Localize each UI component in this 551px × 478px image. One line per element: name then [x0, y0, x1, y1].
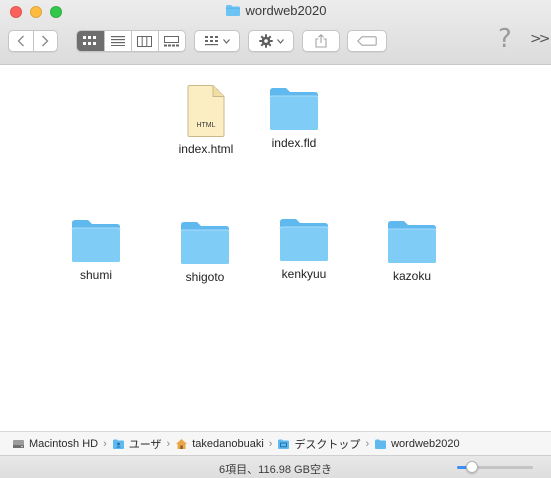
users-folder-icon [112, 439, 124, 449]
path-item-label: wordweb2020 [391, 437, 460, 450]
column-view-icon [137, 35, 153, 47]
desktop-folder-icon [278, 439, 290, 449]
file-name: index.html [178, 142, 234, 156]
navigation-buttons [8, 30, 58, 52]
path-item-desktop[interactable]: デスクトップ [277, 436, 360, 452]
html-document-icon: HTML [187, 85, 225, 137]
path-item-current-folder[interactable]: wordweb2020 [374, 438, 460, 450]
file-badge: HTML [196, 122, 215, 129]
path-separator-icon: › [166, 437, 171, 450]
gear-icon [258, 34, 273, 48]
path-item-macintosh-hd[interactable]: Macintosh HD [12, 438, 98, 450]
chevron-left-icon [17, 35, 24, 47]
action-button[interactable] [248, 30, 294, 52]
tag-button[interactable] [347, 30, 387, 52]
path-bar: Macintosh HD › ユーザ › takedanobuaki › デスク… [0, 431, 551, 455]
path-item-label: Macintosh HD [29, 437, 99, 450]
folder-icon [180, 222, 230, 264]
path-item-home[interactable]: takedanobuaki [175, 438, 264, 450]
arrange-grid-icon [204, 36, 218, 46]
folder-name: kazoku [392, 269, 432, 283]
path-separator-icon: › [365, 437, 370, 450]
help-button[interactable]: ? [498, 24, 512, 54]
folder-item[interactable]: kenkyuu [259, 217, 349, 281]
hard-drive-icon [13, 439, 24, 448]
folder-name: shumi [79, 268, 112, 282]
window-title-text: wordweb2020 [245, 3, 327, 18]
path-separator-icon: › [103, 437, 107, 450]
list-view-icon [110, 36, 125, 46]
folder-item[interactable]: index.fld [249, 86, 339, 150]
status-bar: 6項目、116.98 GB空き [0, 455, 551, 478]
chevron-down-icon [276, 38, 284, 44]
path-item-label: ユーザ [128, 438, 162, 451]
chevron-right-icon [42, 35, 49, 47]
toolbar-overflow-button[interactable]: >> [530, 31, 551, 47]
view-mode-control [76, 30, 186, 52]
list-view-button[interactable] [103, 31, 131, 51]
gallery-view-icon [164, 35, 180, 46]
folder-name: index.fld [271, 136, 317, 150]
path-separator-icon: › [268, 437, 273, 450]
window-title: wordweb2020 [0, 3, 551, 18]
chevron-down-icon [222, 38, 230, 44]
forward-button[interactable] [32, 31, 57, 51]
folder-icon [279, 219, 329, 261]
folder-item[interactable]: shigoto [160, 220, 250, 284]
path-item-label: takedanobuaki [192, 437, 264, 450]
arrange-button[interactable] [194, 30, 240, 52]
share-button[interactable] [302, 30, 340, 52]
folder-item[interactable]: shumi [51, 218, 141, 282]
home-icon [176, 438, 188, 449]
icon-view-icon [83, 36, 97, 45]
tag-icon [357, 36, 377, 46]
path-item-label: デスクトップ [294, 438, 361, 451]
folder-name: kenkyuu [281, 267, 327, 281]
folder-icon [225, 5, 240, 16]
file-item[interactable]: HTML index.html [161, 84, 251, 156]
gallery-view-button[interactable] [157, 31, 185, 51]
column-view-button[interactable] [130, 31, 158, 51]
folder-icon [269, 88, 319, 130]
folder-icon [387, 221, 437, 263]
window-toolbar: wordweb2020 ? >> [0, 0, 551, 65]
file-icon-view: HTML index.html index.fld shumi shigoto [0, 66, 551, 428]
icon-size-slider[interactable] [457, 461, 533, 473]
back-button[interactable] [9, 31, 33, 51]
path-item-users[interactable]: ユーザ [112, 436, 162, 452]
folder-name: shigoto [185, 270, 225, 284]
folder-item[interactable]: kazoku [367, 219, 457, 283]
icon-view-button[interactable] [77, 31, 104, 51]
folder-icon [71, 220, 121, 262]
folder-icon [375, 439, 387, 449]
share-icon [315, 34, 327, 48]
icon-size-slider-knob[interactable] [466, 461, 478, 473]
